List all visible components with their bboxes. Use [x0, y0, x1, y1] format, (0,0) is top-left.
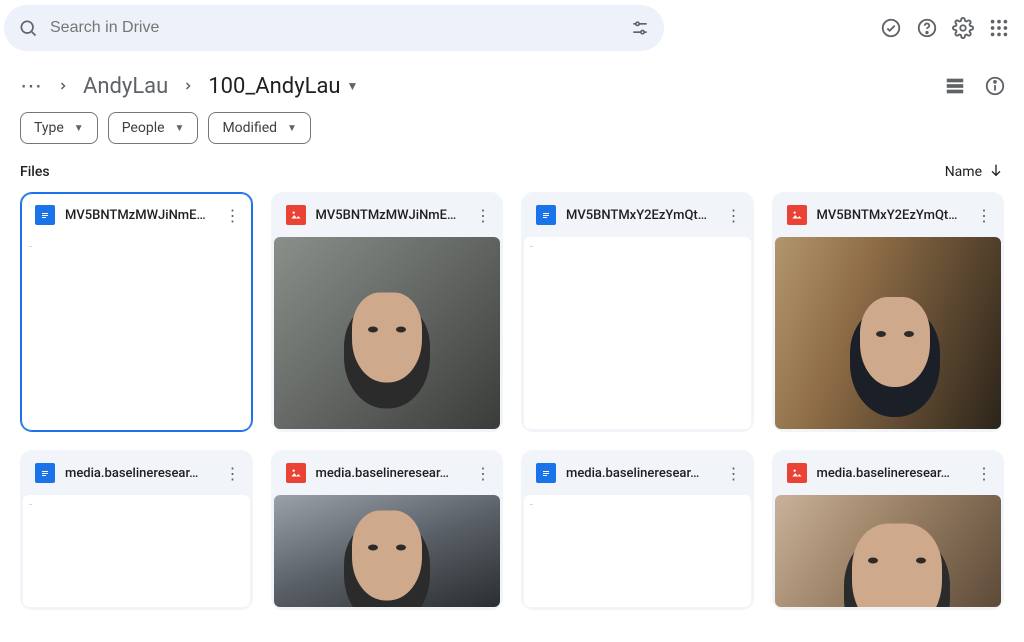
image-icon — [787, 463, 807, 483]
file-name: MV5BNTMxY2EzYmQt… — [566, 208, 715, 223]
breadcrumb-overflow[interactable]: ⋯ — [20, 74, 43, 99]
search-icon — [18, 18, 38, 38]
file-more-menu[interactable]: ⋮ — [474, 206, 492, 225]
file-more-menu[interactable]: ⋮ — [975, 464, 993, 483]
search-options-icon[interactable] — [630, 18, 650, 38]
sort-label: Name — [945, 164, 982, 180]
info-icon[interactable] — [984, 75, 1006, 97]
file-card[interactable]: MV5BNTMxY2EzYmQt… ⋮ … — [521, 192, 754, 432]
file-card[interactable]: media.baselineresear… ⋮ — [271, 450, 504, 610]
arrow-down-icon — [988, 162, 1004, 182]
file-name: media.baselineresear… — [316, 466, 465, 481]
file-card[interactable]: MV5BNTMxY2EzYmQt… ⋮ — [772, 192, 1005, 432]
doc-icon — [35, 463, 55, 483]
file-more-menu[interactable]: ⋮ — [224, 464, 242, 483]
file-thumbnail: … — [23, 237, 250, 429]
layout-toggle-icon[interactable] — [944, 75, 966, 97]
file-name: MV5BNTMzMWJiNmE… — [65, 208, 214, 223]
image-icon — [286, 463, 306, 483]
filter-modified[interactable]: Modified ▼ — [208, 112, 311, 144]
file-card[interactable]: media.baselineresear… ⋮ — [772, 450, 1005, 610]
dropdown-caret-icon: ▼ — [74, 123, 84, 134]
file-thumbnail — [775, 495, 1002, 607]
breadcrumb-current-label: 100_AndyLau — [208, 74, 340, 99]
file-card[interactable]: media.baselineresear… ⋮ … — [521, 450, 754, 610]
file-thumbnail: … — [23, 495, 250, 607]
sort-control[interactable]: Name — [945, 162, 1004, 182]
file-thumbnail: … — [524, 495, 751, 607]
settings-icon[interactable] — [952, 17, 974, 39]
file-more-menu[interactable]: ⋮ — [224, 206, 242, 225]
file-name: media.baselineresear… — [65, 466, 214, 481]
doc-icon — [536, 463, 556, 483]
dropdown-caret-icon: ▼ — [175, 123, 185, 134]
image-icon — [286, 205, 306, 225]
file-thumbnail — [775, 237, 1002, 429]
file-more-menu[interactable]: ⋮ — [725, 206, 743, 225]
chevron-right-icon — [57, 80, 69, 92]
file-thumbnail — [274, 495, 501, 607]
filter-type[interactable]: Type ▼ — [20, 112, 98, 144]
file-name: media.baselineresear… — [817, 466, 966, 481]
offline-status-icon[interactable] — [880, 17, 902, 39]
file-more-menu[interactable]: ⋮ — [725, 464, 743, 483]
file-thumbnail — [274, 237, 501, 429]
search-box[interactable] — [4, 5, 664, 51]
chevron-right-icon — [182, 80, 194, 92]
file-name: MV5BNTMzMWJiNmE… — [316, 208, 465, 223]
search-input[interactable] — [38, 19, 630, 37]
breadcrumb-current[interactable]: 100_AndyLau ▼ — [208, 74, 358, 99]
file-card[interactable]: media.baselineresear… ⋮ … — [20, 450, 253, 610]
filter-modified-label: Modified — [222, 120, 277, 136]
section-files-label: Files — [20, 164, 50, 180]
file-thumbnail: … — [524, 237, 751, 429]
filter-type-label: Type — [34, 120, 64, 136]
filter-people[interactable]: People ▼ — [108, 112, 199, 144]
dropdown-caret-icon: ▼ — [287, 123, 297, 134]
file-more-menu[interactable]: ⋮ — [474, 464, 492, 483]
file-name: media.baselineresear… — [566, 466, 715, 481]
image-icon — [787, 205, 807, 225]
file-card[interactable]: MV5BNTMzMWJiNmE… ⋮ … — [20, 192, 253, 432]
dropdown-caret-icon: ▼ — [347, 79, 359, 93]
file-card[interactable]: MV5BNTMzMWJiNmE… ⋮ — [271, 192, 504, 432]
help-icon[interactable] — [916, 17, 938, 39]
file-name: MV5BNTMxY2EzYmQt… — [817, 208, 966, 223]
file-more-menu[interactable]: ⋮ — [975, 206, 993, 225]
doc-icon — [35, 205, 55, 225]
breadcrumb-parent[interactable]: AndyLau — [83, 74, 168, 99]
filter-people-label: People — [122, 120, 165, 136]
doc-icon — [536, 205, 556, 225]
apps-icon[interactable] — [988, 17, 1010, 39]
